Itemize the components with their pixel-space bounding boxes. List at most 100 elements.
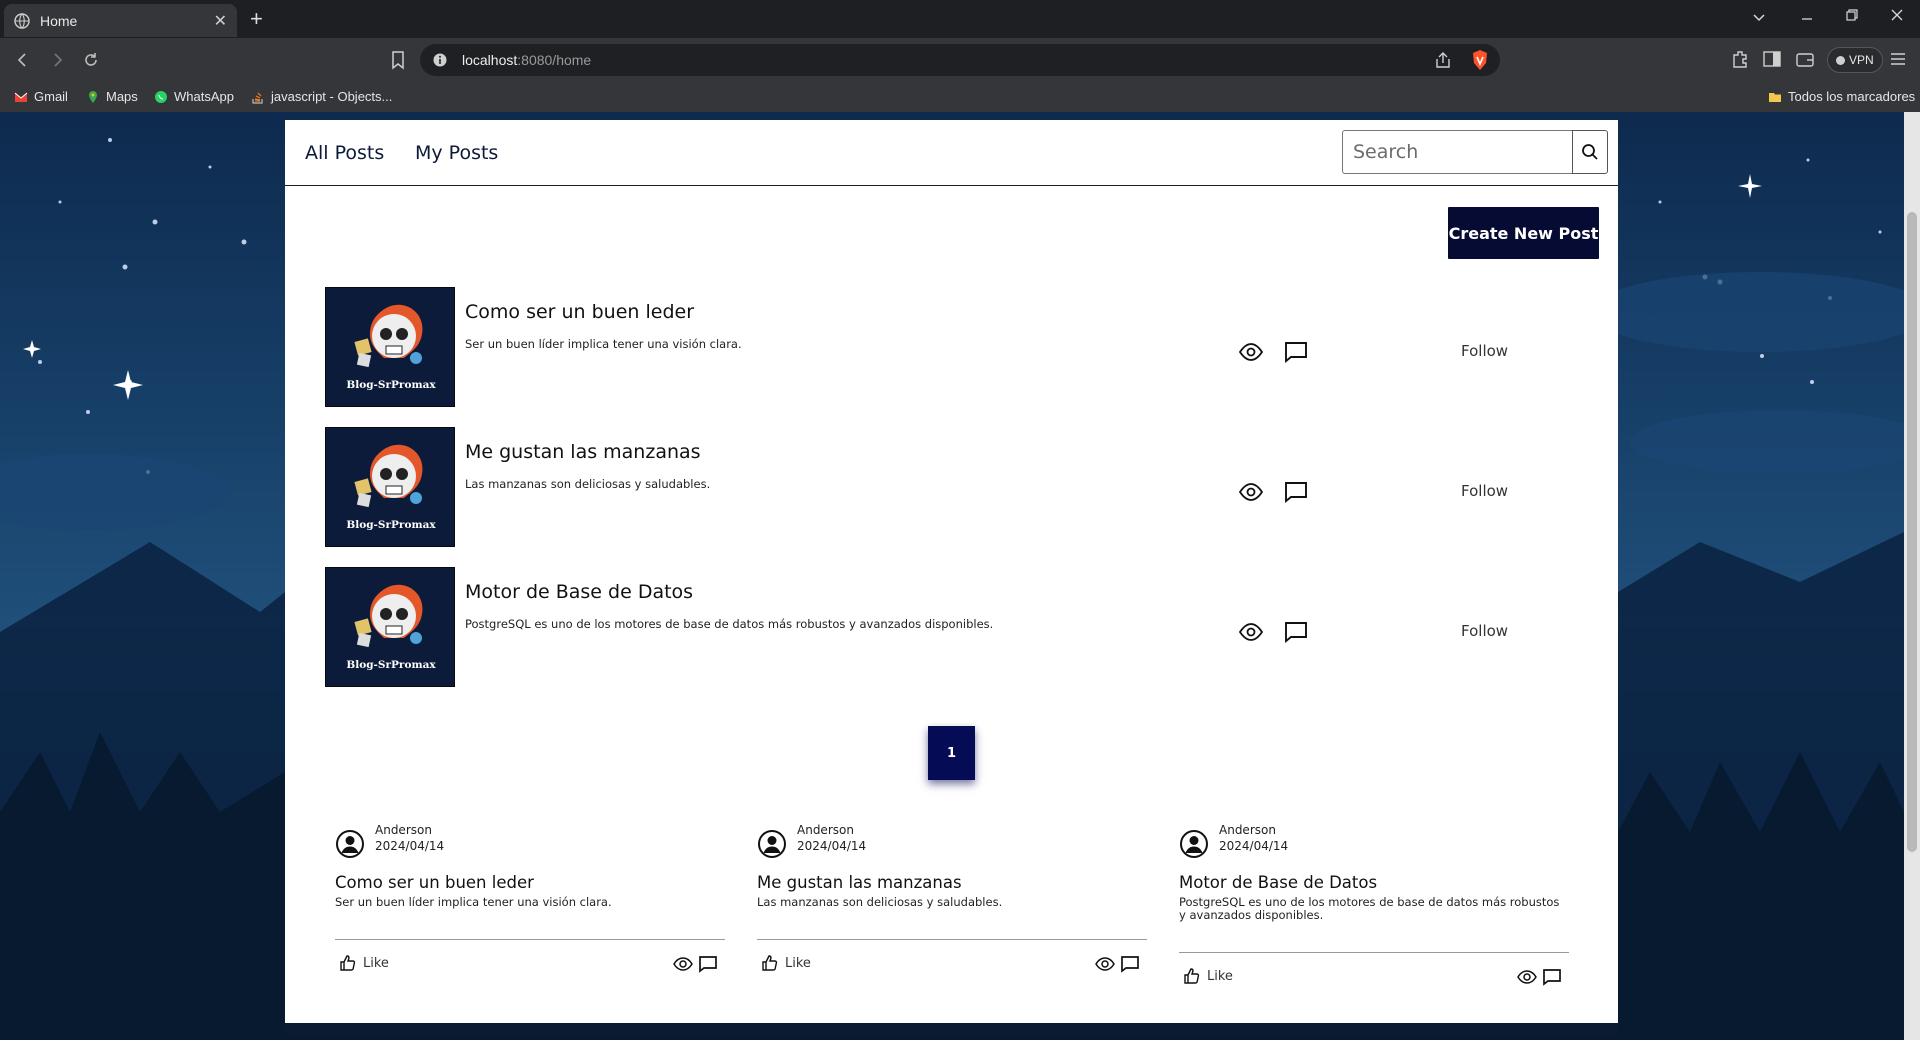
back-icon[interactable] (12, 49, 34, 71)
browser-tab-home[interactable]: Home ✕ (4, 4, 237, 37)
stackoverflow-icon (252, 92, 263, 104)
wallet-icon[interactable] (1795, 49, 1815, 69)
views-eye-icon[interactable] (1238, 621, 1264, 643)
close-window-icon[interactable] (1890, 8, 1904, 22)
extensions-icon[interactable] (1730, 49, 1750, 69)
globe-icon (14, 12, 30, 29)
follow-button[interactable]: Follow (1461, 482, 1508, 500)
minimize-icon[interactable] (1800, 12, 1814, 26)
like-button[interactable]: Like (1183, 967, 1233, 985)
scrollbar-thumb[interactable] (1907, 212, 1917, 852)
like-label: Like (785, 955, 811, 971)
browser-toolbar: localhost:8080/home VPN (0, 38, 1920, 82)
thumbnail-caption: Blog-SrPromax (346, 659, 436, 671)
restore-icon[interactable] (1845, 8, 1859, 22)
card-divider (1179, 952, 1569, 953)
gmail-icon (14, 92, 28, 102)
all-bookmarks-label: Todos los marcadores (1788, 89, 1916, 104)
thumbs-up-icon (762, 955, 778, 971)
follow-button[interactable]: Follow (1461, 622, 1508, 640)
pagination-page-1[interactable]: 1 (928, 726, 975, 780)
bookmarks-bar: Gmail Maps WhatsApp javascript - Objects… (0, 82, 1920, 112)
comment-icon[interactable] (1283, 621, 1309, 643)
views-eye-icon[interactable] (673, 955, 693, 973)
sidebar-icon[interactable] (1762, 49, 1782, 69)
card-date: 2024/04/14 (1219, 839, 1289, 853)
card-title[interactable]: Motor de Base de Datos (1179, 873, 1377, 892)
bookmark-label: Maps (106, 89, 138, 104)
card-title[interactable]: Como ser un buen leder (335, 873, 534, 892)
like-button[interactable]: Like (339, 954, 389, 972)
menu-icon[interactable] (1888, 49, 1908, 69)
site-info-icon[interactable] (432, 52, 448, 68)
close-tab-icon[interactable]: ✕ (214, 11, 227, 31)
comment-icon[interactable] (1120, 955, 1140, 973)
comment-icon[interactable] (1283, 341, 1309, 363)
whatsapp-icon (155, 90, 167, 103)
post-description: PostgreSQL es uno de los motores de base… (465, 617, 994, 631)
vpn-button[interactable]: VPN (1827, 47, 1883, 73)
views-eye-icon[interactable] (1095, 955, 1115, 973)
comment-icon[interactable] (1283, 481, 1309, 503)
tab-search-chevron-icon[interactable] (1752, 10, 1766, 24)
share-icon[interactable] (1434, 51, 1452, 69)
vpn-label: VPN (1849, 53, 1874, 67)
post-row: Blog-SrPromax Como ser un buen leder Ser… (325, 287, 1585, 407)
page-scrollbar[interactable] (1904, 112, 1920, 1040)
all-bookmarks-folder[interactable]: Todos los marcadores (1768, 89, 1915, 104)
user-avatar-icon (758, 830, 786, 858)
address-bar[interactable]: localhost:8080/home (420, 44, 1500, 76)
post-title[interactable]: Como ser un buen leder (465, 301, 694, 323)
bookmark-whatsapp[interactable]: WhatsApp (154, 89, 234, 104)
blog-logo-image: Blog-SrPromax (326, 568, 454, 686)
browser-tab-strip: Home ✕ + (0, 0, 1920, 38)
card-date: 2024/04/14 (375, 839, 445, 853)
card-title[interactable]: Me gustan las manzanas (757, 873, 962, 892)
post-description: Ser un buen líder implica tener una visi… (465, 337, 742, 351)
card-description: Ser un buen líder implica tener una visi… (335, 895, 612, 909)
bookmark-page-icon[interactable] (388, 50, 408, 70)
card-author[interactable]: Anderson (375, 823, 432, 837)
create-new-post-button[interactable]: Create New Post (1448, 207, 1599, 259)
card-date: 2024/04/14 (797, 839, 867, 853)
bookmark-javascript[interactable]: javascript - Objects... (251, 89, 392, 104)
nav-all-posts[interactable]: All Posts (305, 142, 384, 164)
bookmark-label: WhatsApp (174, 89, 234, 104)
like-button[interactable]: Like (761, 954, 811, 972)
post-description: Las manzanas son deliciosas y saludables… (465, 477, 711, 491)
bookmark-label: javascript - Objects... (271, 89, 393, 104)
post-thumbnail[interactable]: Blog-SrPromax (325, 287, 455, 407)
search-input[interactable] (1342, 130, 1573, 174)
bookmark-maps[interactable]: Maps (86, 89, 138, 104)
card-author[interactable]: Anderson (1219, 823, 1276, 837)
nav-my-posts[interactable]: My Posts (415, 142, 498, 164)
brave-shields-icon[interactable] (1470, 49, 1490, 71)
views-eye-icon[interactable] (1238, 341, 1264, 363)
new-tab-button[interactable]: + (250, 6, 263, 32)
bookmark-gmail[interactable]: Gmail (14, 89, 68, 104)
forward-icon[interactable] (46, 49, 68, 71)
like-label: Like (1207, 968, 1233, 984)
post-card: Anderson 2024/04/14 Me gustan las manzan… (757, 821, 1147, 991)
thumbs-up-icon (1184, 968, 1200, 984)
reload-icon[interactable] (80, 49, 102, 71)
post-thumbnail[interactable]: Blog-SrPromax (325, 427, 455, 547)
bookmark-label: Gmail (34, 89, 68, 104)
views-eye-icon[interactable] (1238, 481, 1264, 503)
comment-icon[interactable] (1542, 968, 1562, 986)
post-card: Anderson 2024/04/14 Motor de Base de Dat… (1179, 821, 1569, 991)
card-author[interactable]: Anderson (797, 823, 854, 837)
post-title[interactable]: Motor de Base de Datos (465, 581, 693, 603)
vpn-status-icon (1836, 55, 1845, 65)
url-path: :8080/home (517, 52, 592, 68)
blog-logo-image: Blog-SrPromax (326, 428, 454, 546)
post-thumbnail[interactable]: Blog-SrPromax (325, 567, 455, 687)
comment-icon[interactable] (698, 955, 718, 973)
search-button[interactable] (1572, 130, 1608, 174)
views-eye-icon[interactable] (1517, 968, 1537, 986)
card-divider (335, 939, 725, 940)
top-navigation: All Posts My Posts (285, 120, 1618, 186)
thumbnail-caption: Blog-SrPromax (346, 519, 436, 531)
follow-button[interactable]: Follow (1461, 342, 1508, 360)
post-title[interactable]: Me gustan las manzanas (465, 441, 701, 463)
